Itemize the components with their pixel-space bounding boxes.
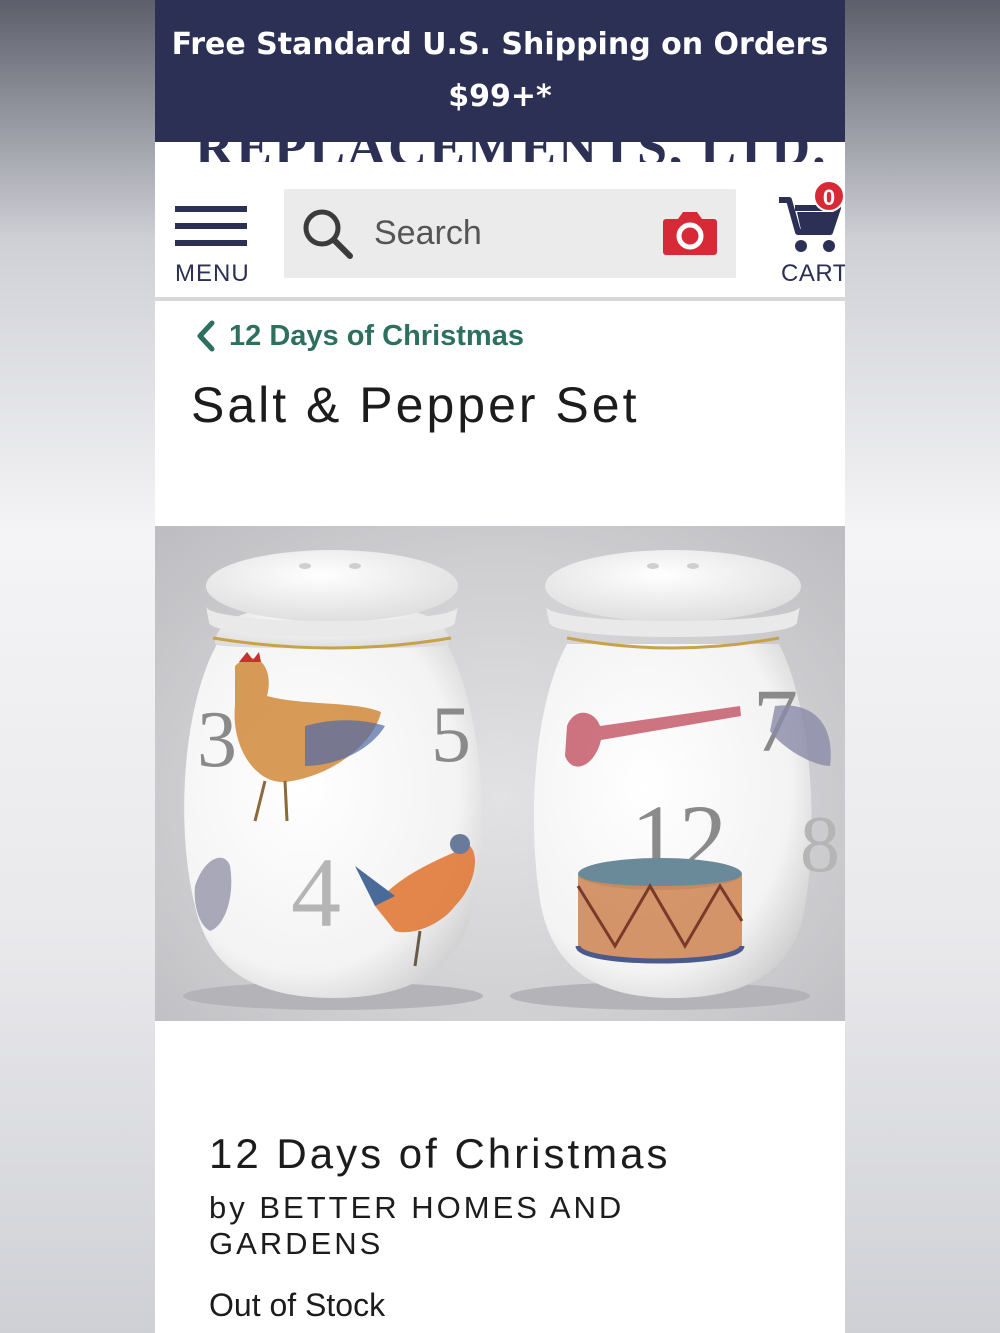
header-divider [155,297,845,301]
manufacturer-byline: by BETTER HOMES AND GARDENS [209,1190,625,1261]
menu-label: MENU [175,260,250,287]
svg-text:4: 4 [291,837,341,948]
logo-text: REPLACEMENTS, LTD. [195,142,828,162]
product-image[interactable]: 3 5 4 8 12 [155,526,845,1021]
chevron-left-icon [197,320,215,352]
search-bar[interactable] [284,189,736,278]
menu-button[interactable]: MENU [175,202,249,288]
svg-text:3: 3 [197,696,237,784]
site-logo[interactable]: REPLACEMENTS, LTD. [155,142,845,162]
salt-pepper-shakers-illustration: 3 5 4 8 12 [183,550,840,1010]
product-page: Free Standard U.S. Shipping on Orders $9… [155,0,845,1333]
promo-line-2: $99+* [448,79,552,114]
cart-label: CART [781,260,845,287]
page-title: Salt & Pepper Set [191,377,640,433]
product-pattern-name: 12 Days of Christmas [209,1130,671,1177]
breadcrumb-back-link[interactable]: 12 Days of Christmas [195,314,524,358]
cart-button[interactable]: 0 CART [777,180,845,292]
svg-text:8: 8 [800,801,840,889]
shipping-promo-banner[interactable]: Free Standard U.S. Shipping on Orders $9… [155,0,845,142]
pepper-shaker: 7 8 12 [533,550,840,998]
stock-status: Out of Stock [209,1287,386,1323]
camera-icon[interactable] [662,207,718,257]
search-input[interactable] [374,211,644,255]
left-backdrop [0,0,155,1333]
promo-line-1: Free Standard U.S. Shipping on Orders [171,27,829,62]
cart-count-badge: 0 [813,180,845,212]
svg-text:5: 5 [431,691,471,779]
magnifier-icon [303,209,353,259]
salt-shaker: 3 5 4 [184,550,482,998]
right-backdrop [845,0,1000,1333]
breadcrumb-label: 12 Days of Christmas [229,319,524,352]
